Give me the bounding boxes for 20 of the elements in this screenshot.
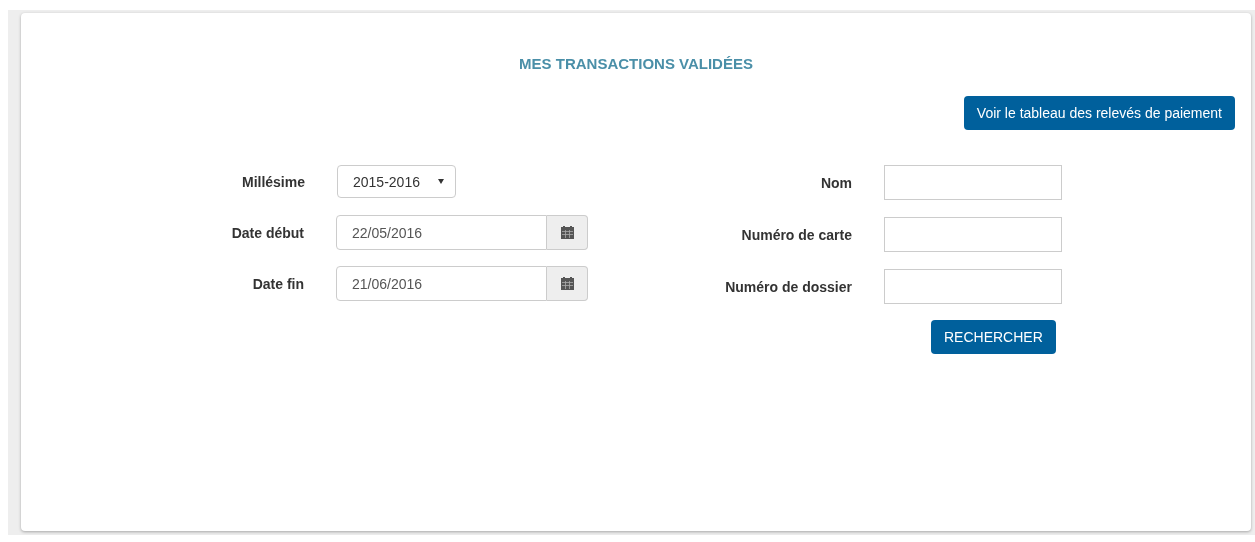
search-button[interactable]: RECHERCHER [931, 320, 1056, 354]
input-field[interactable] [884, 165, 1062, 200]
year-select[interactable]: 2015-2016 [337, 165, 456, 198]
field-label: Numéro de carte [740, 226, 852, 243]
field-label: Nom [819, 174, 852, 191]
field-label: Date fin [251, 275, 304, 292]
calendar-icon [560, 226, 574, 239]
page-title: MES TRANSACTIONS VALIDÉES [518, 55, 754, 74]
date-field[interactable]: 22/05/2016 [336, 215, 547, 250]
input-field[interactable] [884, 217, 1062, 252]
date-field[interactable]: 21/06/2016 [336, 266, 547, 301]
input-field[interactable] [884, 269, 1062, 304]
field-label: Date début [230, 224, 304, 241]
caret-icon [438, 179, 444, 184]
calendar-button[interactable] [547, 266, 588, 301]
field-label: Numéro de dossier [724, 278, 852, 295]
calendar-icon [560, 277, 574, 290]
calendar-button[interactable] [547, 215, 588, 250]
statements-button[interactable]: Voir le tableau des relevés de paiement [963, 96, 1235, 130]
field-label: Millésime [240, 173, 305, 190]
